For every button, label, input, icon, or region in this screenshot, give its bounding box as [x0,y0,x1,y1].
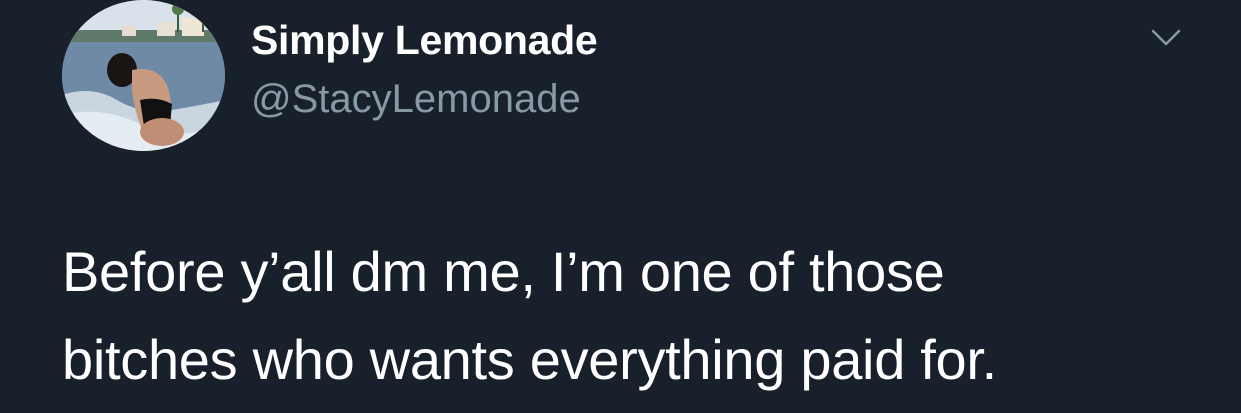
chevron-down-icon [1151,29,1181,46]
display-name[interactable]: Simply Lemonade [251,17,598,64]
avatar-photo [62,0,225,151]
more-options-button[interactable] [1144,22,1188,54]
tweet-text: Before y’all dm me, I’m one of those bit… [62,228,1222,404]
tweet-card: Simply Lemonade @StacyLemonade Before y’… [0,0,1241,413]
tweet-text-line: bitches who wants everything paid for. [62,328,997,391]
avatar[interactable] [62,0,225,151]
user-handle[interactable]: @StacyLemonade [251,77,581,122]
tweet-text-line: Before y’all dm me, I’m one of those [62,240,945,303]
